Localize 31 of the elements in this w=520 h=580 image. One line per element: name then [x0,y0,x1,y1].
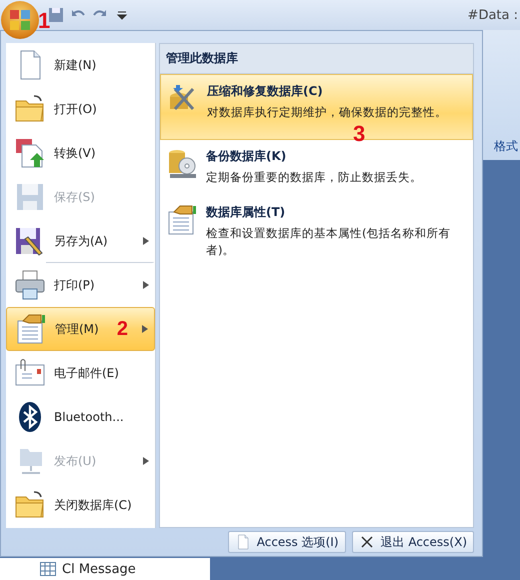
submenu-arrow-icon [143,281,149,289]
submenu-item[interactable]: 数据库属性(T) 检查和设置数据库的基本属性(包括名称和所有者)。 [160,196,473,266]
save-icon[interactable] [48,7,64,23]
step-number: 2 [116,318,128,340]
submenu-arrow-icon [143,457,149,465]
navigation-item[interactable]: Cl Message [0,558,210,580]
menu-item[interactable]: 打开(O) [6,87,155,131]
printer-icon [14,269,46,301]
footer-button[interactable]: Access 选项(I) [228,531,346,553]
document-hand-icon [166,204,198,236]
table-icon [40,562,56,576]
step-number: 1 [38,8,50,34]
close-icon [358,534,375,550]
ribbon-tab-label[interactable]: 格式 [494,138,518,155]
submenu-arrow-icon [142,325,148,333]
menu-item[interactable]: 新建(N) [6,43,155,87]
submenu-arrow-icon [143,237,149,245]
menu-item[interactable]: 转换(V) [6,131,155,175]
menu-item[interactable]: 管理(M) 2 [6,307,155,351]
document-hand-icon [15,313,47,345]
window-title: #Data : [468,8,519,22]
database-disc-icon [166,148,198,180]
office-logo-icon [9,9,31,31]
document-arrow-icon [14,137,46,169]
footer-button[interactable]: 退出 Access(X) [352,531,474,553]
menu-item[interactable]: 打印(P) [6,263,155,307]
submenu-header: 管理此数据库 [160,44,473,74]
menu-item[interactable]: 电子邮件(E) [6,351,155,395]
menu-item[interactable]: 关闭数据库(C) [6,483,155,527]
menu-item[interactable]: Bluetooth... [6,395,155,439]
submenu-item[interactable]: 压缩和修复数据库(C) 对数据库执行定期维护，确保数据的完整性。 3 [160,74,473,140]
